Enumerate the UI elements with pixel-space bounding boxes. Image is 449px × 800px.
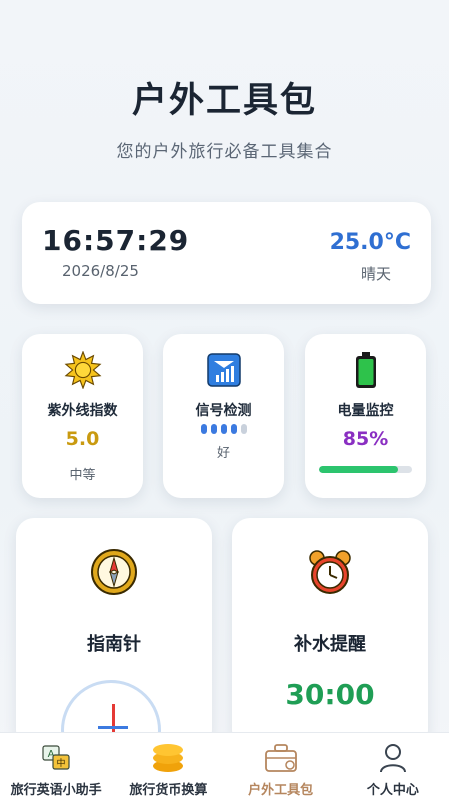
uv-index-card[interactable]: 紫外线指数 5.0 中等 <box>22 334 143 498</box>
hydration-timer: 30:00 <box>285 678 375 711</box>
tab-travel-english[interactable]: A 中 旅行英语小助手 <box>0 733 112 800</box>
compass-card[interactable]: 指南针 <box>16 518 212 748</box>
compass-crossbar <box>98 726 128 729</box>
page-header: 户外工具包 您的户外旅行必备工具集合 <box>0 72 449 162</box>
signal-bar <box>200 424 207 434</box>
coins-icon <box>151 741 185 775</box>
svg-text:中: 中 <box>57 757 66 769</box>
hydration-reminder-card[interactable]: 补水提醒 30:00 <box>232 518 428 748</box>
signal-bar <box>210 424 217 434</box>
tab-label: 旅行货币换算 <box>129 783 208 798</box>
time-weather-card: 16:57:29 2026/8/25 25.0°C 晴天 <box>22 202 431 304</box>
signal-card[interactable]: 信号检测 好 <box>163 334 284 498</box>
tab-currency[interactable]: 旅行货币换算 <box>112 733 224 800</box>
battery-card[interactable]: 电量监控 85% <box>305 334 426 498</box>
battery-icon <box>305 350 426 390</box>
compass-needle-north <box>112 704 115 734</box>
toolbox-icon <box>264 741 298 775</box>
signal-icon <box>163 350 284 390</box>
tab-profile[interactable]: 个人中心 <box>337 733 449 800</box>
signal-bar <box>240 424 247 434</box>
signal-quality: 好 <box>216 446 230 461</box>
signal-bar <box>220 424 227 434</box>
signal-label: 信号检测 <box>195 403 252 419</box>
signal-bar <box>230 424 237 434</box>
weather-condition: 晴天 <box>360 265 391 283</box>
battery-progress-fill <box>319 466 399 473</box>
hydration-label: 补水提醒 <box>294 634 366 655</box>
uv-level: 中等 <box>69 468 96 483</box>
tab-label: 旅行英语小助手 <box>10 783 102 798</box>
current-time: 16:57:29 <box>42 224 190 257</box>
battery-progress-bar <box>319 466 412 473</box>
page-subtitle: 您的户外旅行必备工具集合 <box>116 142 333 162</box>
compass-icon <box>16 548 212 596</box>
current-date: 2026/8/25 <box>62 262 139 280</box>
tab-label: 户外工具包 <box>248 783 314 798</box>
user-icon <box>379 741 407 775</box>
tab-outdoor-toolkit[interactable]: 户外工具包 <box>225 733 337 800</box>
alarm-clock-icon <box>232 548 428 596</box>
battery-label: 电量监控 <box>337 403 394 419</box>
translate-icon: A 中 <box>41 741 71 775</box>
bottom-tab-bar: A 中 旅行英语小助手 旅行货币换算 户外工具包 个人中心 <box>0 732 449 800</box>
signal-strength-bars <box>163 424 284 434</box>
battery-value: 85% <box>342 428 389 450</box>
page-title: 户外工具包 <box>131 81 317 121</box>
temperature: 25.0°C <box>329 230 411 255</box>
sun-icon <box>22 350 143 390</box>
tab-label: 个人中心 <box>366 783 419 798</box>
compass-label: 指南针 <box>87 634 141 655</box>
uv-value: 5.0 <box>65 428 100 450</box>
uv-label: 紫外线指数 <box>47 403 118 419</box>
